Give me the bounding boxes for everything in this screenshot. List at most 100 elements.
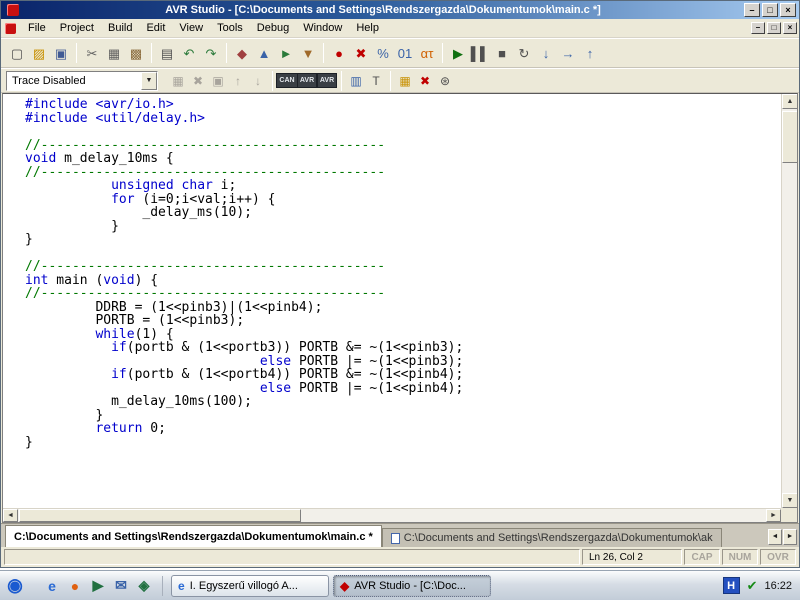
code-line: else PORTB |= ~(1<<pinb4); (259, 380, 464, 396)
menu-item-help[interactable]: Help (349, 20, 386, 36)
vertical-scrollbar[interactable]: ▲ ▼ (781, 94, 797, 508)
toolbar-separator (323, 43, 324, 63)
trace-combo[interactable]: Trace Disabled ▼ (6, 70, 158, 91)
menu-item-view[interactable]: View (172, 20, 210, 36)
task-list: e I. Egyszerű villogó A... ◆ AVR Studio - [… (171, 574, 491, 597)
mail-icon[interactable]: ✉ (111, 575, 131, 597)
pause-icon[interactable]: ▌▌ (469, 42, 491, 64)
internet-explorer-icon[interactable]: e (42, 575, 62, 597)
avr2-badge-icon[interactable]: AVR (316, 71, 338, 91)
vertical-scroll-thumb[interactable] (782, 111, 797, 163)
alpha-tau-icon[interactable]: ατ (416, 42, 438, 64)
toggle-breakpoint-icon[interactable]: ● (328, 42, 350, 64)
task-label: AVR Studio - [C:\Doc... (354, 579, 466, 592)
trace-clear-icon[interactable]: ✖ (188, 71, 208, 91)
taskbar-button-1[interactable]: e I. Egyszerű villogó A... (171, 574, 329, 597)
code-area[interactable]: #include <avr/io.h> #include <util/delay.… (3, 94, 781, 508)
maximize-button[interactable]: □ (762, 3, 778, 17)
desktop-icon[interactable]: ◈ (134, 575, 154, 597)
antivirus-tray-icon[interactable]: ✔ (747, 578, 758, 594)
menu-item-build[interactable]: Build (101, 20, 139, 36)
stop-icon[interactable]: ■ (491, 42, 513, 64)
document-tab-1[interactable]: C:\Documents and Settings\Rendszergazda\… (5, 525, 382, 547)
document-tab-bar: C:\Documents and Settings\Rendszergazda\… (1, 523, 799, 547)
menu-item-debug[interactable]: Debug (250, 20, 296, 36)
launcher-icon[interactable]: ◉ (5, 575, 25, 597)
toolbar-separator (341, 70, 342, 91)
task-label: I. Egyszerű villogó A... (189, 579, 298, 592)
indicator-num: NUM (722, 549, 758, 565)
taskbar-button-2[interactable]: ◆ AVR Studio - [C:\Doc... (333, 574, 491, 597)
tab-scroll-left-icon[interactable]: ◄ (768, 528, 782, 545)
rebuild-all-icon[interactable]: ▼ (297, 42, 319, 64)
scroll-down-icon[interactable]: ▼ (782, 493, 797, 508)
media-player-icon[interactable]: ▶ (88, 575, 108, 597)
menu-item-file[interactable]: File (21, 20, 53, 36)
print-icon[interactable]: ▤ (156, 42, 178, 64)
step-into-icon[interactable]: ↓ (535, 42, 557, 64)
trace-percent-icon[interactable]: % (372, 42, 394, 64)
save-icon[interactable]: ▣ (50, 42, 72, 64)
remove-breakpoints-icon[interactable]: ✖ (350, 42, 372, 64)
menu-item-tools[interactable]: Tools (210, 20, 250, 36)
close-all-icon[interactable]: ✖ (415, 71, 435, 91)
scroll-right-icon[interactable]: ► (766, 509, 781, 522)
code-line: unsigned char i; (111, 178, 237, 193)
tag-icon[interactable]: T (366, 71, 386, 91)
mdi-minimize-button[interactable]: – (751, 22, 765, 34)
horizontal-scroll-thumb[interactable] (19, 509, 301, 522)
avr-badge-icon[interactable]: AVR (296, 71, 318, 91)
cut-icon[interactable]: ✂ (81, 42, 103, 64)
stack-view-icon[interactable]: ▥ (346, 71, 366, 91)
copy-icon[interactable]: ▦ (103, 42, 125, 64)
indicator-cap: CAP (684, 549, 720, 565)
firefox-icon[interactable]: ● (65, 575, 85, 597)
code-line: _delay_ms(10); (25, 205, 252, 220)
mdi-restore-button[interactable]: □ (767, 22, 781, 34)
trace-down-icon[interactable]: ↓ (248, 71, 268, 91)
open-file-icon[interactable]: ▨ (28, 42, 50, 64)
indicator-ovr: OVR (760, 549, 796, 565)
build-and-run-icon[interactable]: ► (275, 42, 297, 64)
can-badge-icon[interactable]: CAN (276, 71, 298, 91)
mdi-close-button[interactable]: × (783, 22, 797, 34)
tab-label: C:\Documents and Settings\Rendszergazda\… (403, 532, 713, 544)
options-icon[interactable]: ⊛ (435, 71, 455, 91)
code-line: DDRB = (1<<pinb3)|(1<<pinb4); (25, 299, 323, 315)
menu-item-project[interactable]: Project (53, 20, 101, 36)
code-line: } (25, 434, 33, 450)
close-button[interactable]: × (780, 3, 796, 17)
trace-up-icon[interactable]: ↑ (228, 71, 248, 91)
step-over-icon[interactable]: → (557, 42, 579, 64)
scroll-up-icon[interactable]: ▲ (782, 94, 797, 109)
tab-scroll-right-icon[interactable]: ► (783, 528, 797, 545)
step-out-icon[interactable]: ↑ (579, 42, 601, 64)
window-list-icon[interactable]: ▦ (395, 71, 415, 91)
menu-item-window[interactable]: Window (296, 20, 349, 36)
paste-icon[interactable]: ▩ (125, 42, 147, 64)
title-bar[interactable]: AVR Studio - [C:\Documents and Settings\… (1, 1, 799, 19)
window-title: AVR Studio - [C:\Documents and Settings\… (165, 4, 601, 16)
trace-save-icon[interactable]: ▣ (208, 71, 228, 91)
main-toolbar: ▢ ▨ ▣ ✂ ▦ ▩ ▤ ↶ ↷ ◆ ▲ ► ▼ ● ✖% 01 ατ ▶ ▌▌ ■ ↻ ↓ → ↑ (1, 38, 799, 68)
new-file-icon[interactable]: ▢ (6, 42, 28, 64)
reset-icon[interactable]: ↻ (513, 42, 535, 64)
tab-label: C:\Documents and Settings\Rendszergazda\… (14, 530, 373, 543)
trace-open-icon[interactable]: ▦ (168, 71, 188, 91)
undo-icon[interactable]: ↶ (178, 42, 200, 64)
compile-icon[interactable]: ◆ (231, 42, 253, 64)
redo-icon[interactable]: ↷ (200, 42, 222, 64)
document-tab-2[interactable]: C:\Documents and Settings\Rendszergazda\… (381, 528, 722, 547)
minimize-button[interactable]: – (744, 3, 760, 17)
language-indicator[interactable]: H (722, 577, 740, 594)
toolbar-separator (272, 70, 273, 91)
build-icon[interactable]: ▲ (253, 42, 275, 64)
toolbar-separator (151, 43, 152, 63)
registers-icon[interactable]: 01 (394, 42, 416, 64)
scroll-left-icon[interactable]: ◄ (3, 509, 18, 522)
run-icon[interactable]: ▶ (447, 42, 469, 64)
combo-dropdown-arrow-icon[interactable]: ▼ (141, 71, 157, 90)
horizontal-scrollbar[interactable]: ◄ ► (3, 508, 781, 522)
menu-item-edit[interactable]: Edit (139, 20, 172, 36)
status-message-panel (4, 549, 580, 565)
